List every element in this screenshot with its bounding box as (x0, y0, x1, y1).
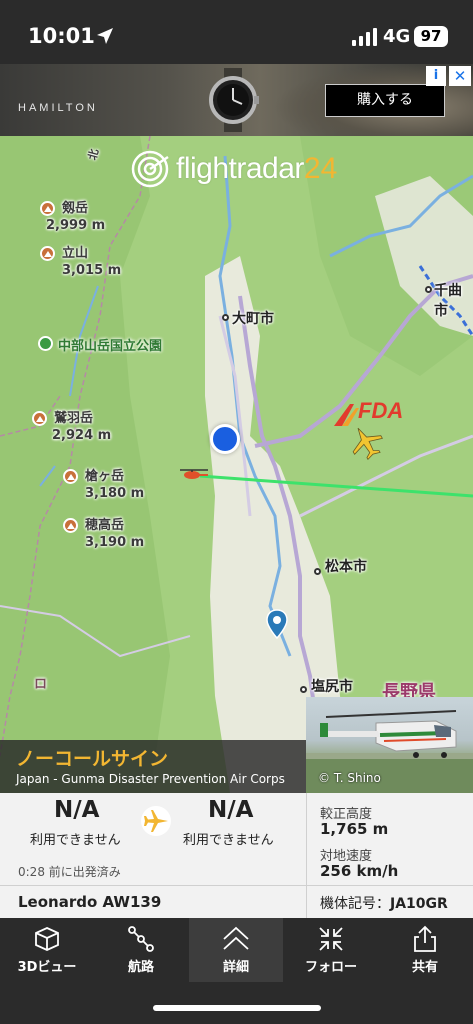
city-dot (314, 568, 321, 575)
peak-elevation: 2,924 m (52, 428, 112, 443)
ad-buy-button[interactable]: 購入する (325, 84, 445, 117)
city-label-shiojiri: 塩尻市 (311, 679, 353, 695)
peak-elevation: 2,999 m (46, 218, 106, 233)
registration: 機体記号：JA10GR (320, 896, 448, 912)
divider-horizontal (0, 885, 473, 886)
route-icon (128, 926, 154, 952)
logo-number: 24 (303, 152, 338, 185)
network-type: 4G (383, 26, 411, 47)
route-plane-badge (141, 806, 171, 836)
flight-details-panel: N/A 利用できません N/A 利用できません 0:28 前に出発済み 較正高度… (0, 793, 473, 918)
mountain-icon (40, 201, 55, 216)
tab-label: 共有 (411, 960, 438, 975)
map-view[interactable]: flightradar 24 北 剱岳 2,999 m 立山 3,015 m 中部… (0, 136, 473, 793)
peak-label: 剱岳 (62, 201, 89, 216)
fda-logo-text: FDA (358, 398, 404, 423)
departure-code: N/A (54, 797, 100, 823)
airplane-marker-icon[interactable] (348, 424, 384, 460)
tab-3d-view[interactable]: 3Dビュー (0, 918, 94, 982)
mountain-icon (32, 411, 47, 426)
departure-status: 利用できません (30, 833, 121, 848)
location-arrow-icon (97, 28, 113, 44)
aircraft-photo[interactable]: © T. Shino (306, 697, 473, 793)
road-marker: ロ (34, 677, 48, 692)
peak-label: 穂高岳 (85, 518, 125, 533)
home-indicator[interactable] (153, 1005, 321, 1011)
arrival-code: N/A (208, 797, 254, 823)
peak-elevation: 3,180 m (85, 486, 145, 501)
airplane-icon (144, 810, 168, 832)
follow-icon (319, 927, 343, 951)
mountain-icon (40, 246, 55, 261)
tab-follow[interactable]: フォロー (284, 918, 378, 982)
peak-label: 立山 (62, 246, 89, 261)
tab-label: 航路 (127, 960, 154, 975)
peak-label: 槍ヶ岳 (85, 469, 125, 484)
departure-elapsed: 0:28 前に出発済み (18, 865, 121, 879)
callsign-label: ノーコールサイン (16, 748, 169, 770)
photo-credit: © T. Shino (318, 771, 381, 785)
city-label-matsumoto: 松本市 (325, 559, 367, 575)
tab-label: フォロー (304, 960, 357, 975)
signal-icon (352, 28, 377, 46)
altitude-value: 1,765 m (320, 820, 389, 838)
operator-label: Japan - Gunma Disaster Prevention Air Co… (16, 772, 285, 786)
ad-info-icon[interactable]: i (426, 66, 446, 86)
user-location-dot (210, 424, 240, 454)
tab-label: 詳細 (222, 960, 249, 975)
status-bar: 10:01 4G 97 (0, 0, 473, 64)
tab-route[interactable]: 航路 (94, 918, 188, 982)
ad-brand-logo: HAMILTON (18, 102, 98, 114)
tab-label: 3Dビュー (17, 960, 77, 975)
peak-label: 鷲羽岳 (54, 411, 94, 426)
flight-info-banner[interactable]: ノーコールサイン Japan - Gunma Disaster Preventi… (0, 740, 306, 793)
aircraft-type: Leonardo AW139 (18, 893, 162, 911)
divider-vertical (306, 793, 307, 918)
map-pin-icon[interactable] (266, 609, 288, 639)
mountain-icon (63, 518, 78, 533)
tab-share[interactable]: 共有 (378, 918, 472, 982)
park-icon (38, 336, 53, 351)
share-icon (414, 925, 436, 952)
peak-elevation: 3,015 m (62, 263, 122, 278)
chevron-up-icon (223, 926, 249, 950)
watch-image (209, 68, 259, 132)
tab-details[interactable]: 詳細 (189, 918, 283, 982)
city-label-chikuma: 千曲市 (434, 283, 462, 319)
city-dot (300, 686, 307, 693)
logo-text: flightradar (176, 152, 304, 185)
speed-value: 256 km/h (320, 862, 399, 880)
cube-icon (35, 927, 59, 951)
city-dot (222, 314, 229, 321)
status-time: 10:01 (28, 24, 95, 48)
radar-logo-icon (131, 150, 169, 188)
battery-indicator: 97 (414, 26, 448, 47)
city-label-omachi: 大町市 (232, 311, 274, 327)
arrival-status: 利用できません (183, 833, 274, 848)
mountain-icon (63, 469, 78, 484)
flightradar24-logo: flightradar 24 (130, 148, 337, 190)
helicopter-marker-icon[interactable] (178, 464, 210, 484)
city-dot (425, 286, 432, 293)
ad-close-icon[interactable]: ✕ (449, 66, 471, 86)
peak-elevation: 3,190 m (85, 535, 145, 550)
park-label: 中部山岳国立公園 (58, 339, 163, 354)
